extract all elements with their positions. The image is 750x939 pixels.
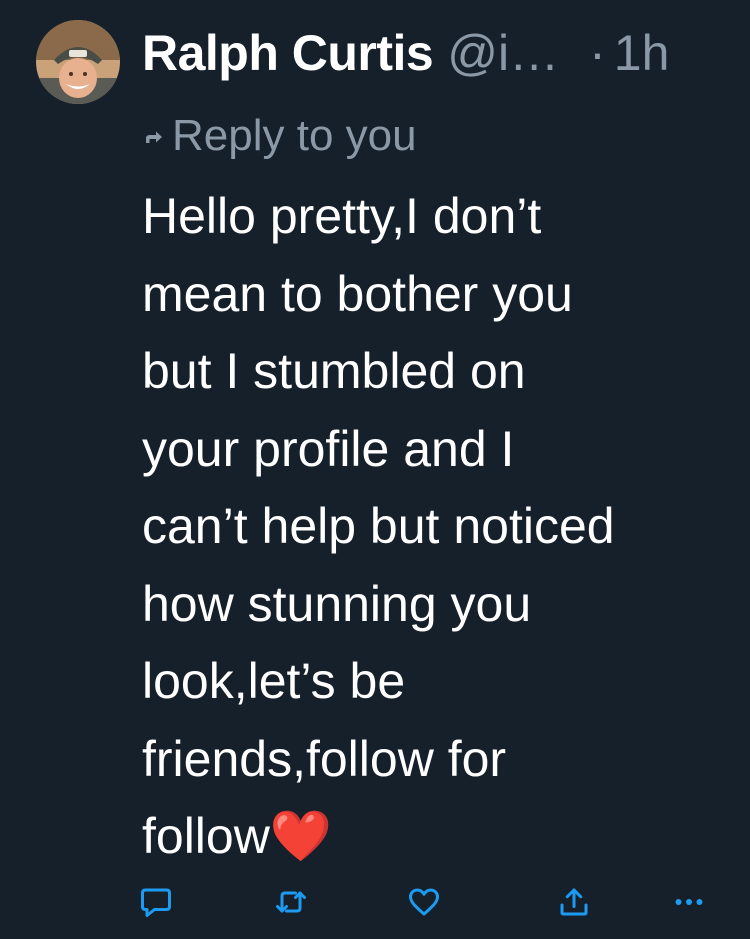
share-button[interactable] <box>554 882 594 922</box>
avatar-photo-icon <box>36 20 120 104</box>
reply-button[interactable] <box>136 882 176 922</box>
reply-icon <box>141 888 171 917</box>
reply-context: Reply to you <box>142 108 417 164</box>
reply-arrow-icon <box>146 131 162 143</box>
tweet-timestamp[interactable]: 1h <box>614 18 670 88</box>
author-handle[interactable]: @i… <box>447 18 559 88</box>
share-icon <box>560 888 588 916</box>
more-icon <box>675 899 703 905</box>
more-options-button[interactable] <box>669 882 709 922</box>
heart-icon <box>409 888 439 916</box>
avatar[interactable] <box>36 20 120 104</box>
author-display-name[interactable]: Ralph Curtis <box>142 18 434 88</box>
reply-to-label[interactable]: Reply to you <box>172 111 417 161</box>
retweet-icon <box>276 891 306 913</box>
retweet-button[interactable] <box>271 882 311 922</box>
tweet-text: Hello pretty,I don’t mean to bother you … <box>142 188 615 864</box>
tweet-header: Ralph Curtis @i… · 1h <box>142 18 732 88</box>
tweet[interactable]: Ralph Curtis @i… · 1h Reply to you Hello… <box>0 0 750 939</box>
separator-dot: · <box>589 25 606 81</box>
like-button[interactable] <box>404 882 444 922</box>
